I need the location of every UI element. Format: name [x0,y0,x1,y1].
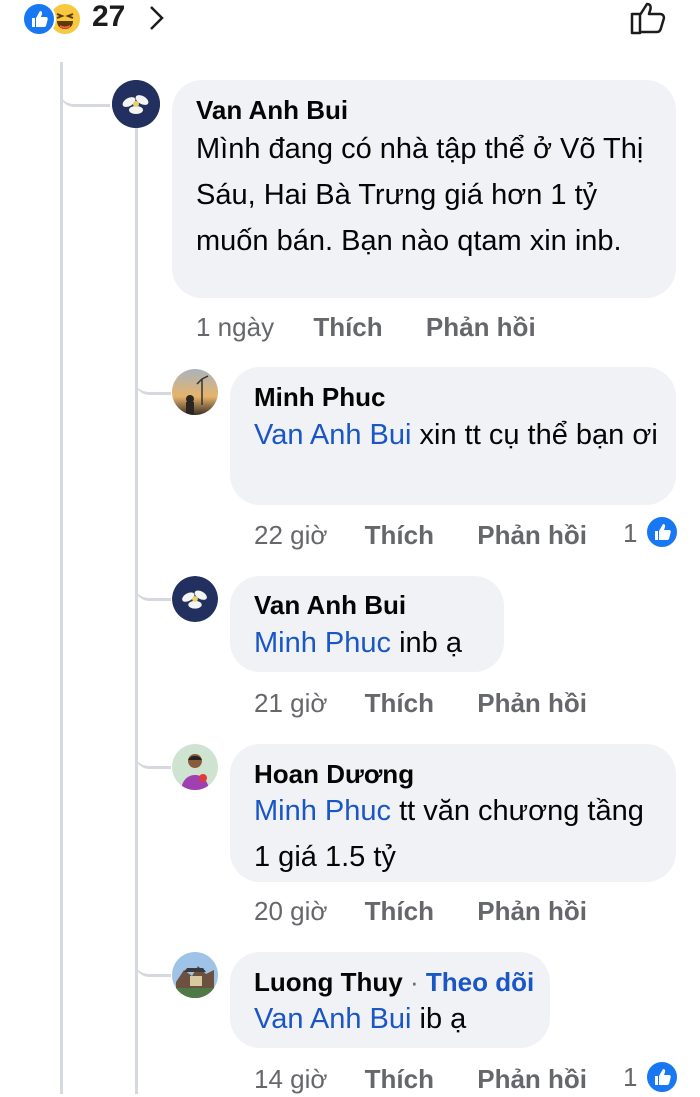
reply-text: Van Anh Bui xin tt cụ thể bạn ơi [254,412,664,458]
mention-link[interactable]: Van Anh Bui [254,1003,411,1035]
reply-connector [135,952,171,977]
reply-author-line: Luong Thuy · Theo dõi [254,966,534,998]
like-badge-icon [645,515,679,549]
reaction-summary[interactable]: 27 [0,0,700,40]
reply-author[interactable]: Hoan Dương [254,758,414,790]
reply-text: Minh Phuc inb ạ [254,620,494,666]
reply-author[interactable]: Van Anh Bui [254,589,406,621]
reply-like-count[interactable]: 1 [623,1062,637,1093]
mention-link[interactable]: Minh Phuc [254,627,391,659]
reply-action[interactable]: Phản hồi [477,688,587,718]
reply-action[interactable]: Phản hồi [477,896,587,926]
comment-author[interactable]: Van Anh Bui [196,94,348,126]
mention-link[interactable]: Minh Phuc [254,795,391,827]
like-action[interactable]: Thích [365,520,434,550]
like-button-icon[interactable] [628,0,672,41]
reply-meta: 14 giờ Thích Phản hồi [254,1064,587,1094]
reaction-count[interactable]: 27 [92,0,125,34]
reply-like-count[interactable]: 1 [623,518,637,549]
reply-connector [135,744,171,769]
follow-link[interactable]: Theo dõi [426,967,534,997]
avatar-luong-thuy[interactable] [172,952,218,998]
reply-connector [135,372,171,395]
like-action[interactable]: Thích [365,896,434,926]
like-action[interactable]: Thích [365,688,434,718]
mention-link[interactable]: Van Anh Bui [254,419,411,451]
thread-line-inner [135,128,138,1094]
reply-time[interactable]: 20 giờ [254,896,327,926]
avatar-van-anh-bui[interactable] [112,80,160,128]
reply-action[interactable]: Phản hồi [477,520,587,550]
reply-action[interactable]: Phản hồi [477,1064,587,1094]
like-action[interactable]: Thích [365,1064,434,1094]
reply-time[interactable]: 21 giờ [254,688,327,718]
thread-elbow [60,62,110,107]
reply-time[interactable]: 22 giờ [254,520,327,550]
reply-text: Minh Phuc tt văn chương tầng 1 giá 1.5 t… [254,788,664,880]
reply-body: ib ạ [411,1003,467,1035]
reply-body: inb ạ [391,627,462,659]
reply-author[interactable]: Luong Thuy [254,967,403,997]
reply-meta: 20 giờ Thích Phản hồi [254,896,587,926]
avatar-van-anh-bui[interactable] [172,576,218,622]
separator-dot: · [409,967,419,997]
reply-text: Van Anh Bui ib ạ [254,996,544,1042]
like-badge-icon [645,1060,679,1094]
reply-time[interactable]: 14 giờ [254,1064,327,1094]
reply-body: xin tt cụ thể bạn ơi [411,419,658,451]
thread-line-outer [60,62,63,1094]
comment-time[interactable]: 1 ngày [196,312,274,342]
comment-meta: 1 ngày Thích Phản hồi [196,312,536,342]
comment-text: Mình đang có nhà tập thể ở Võ Thị Sáu, H… [196,133,644,257]
avatar-minh-phuc[interactable] [172,369,218,415]
reply-connector [135,576,171,601]
reply-author[interactable]: Minh Phuc [254,381,385,413]
chevron-right-icon[interactable] [148,4,166,37]
reply-action[interactable]: Phản hồi [426,312,536,342]
reply-meta: 21 giờ Thích Phản hồi [254,688,587,718]
reply-meta: 22 giờ Thích Phản hồi [254,520,587,550]
like-reaction-icon [22,2,56,36]
like-action[interactable]: Thích [313,312,382,342]
avatar-hoan-duong[interactable] [172,744,218,790]
